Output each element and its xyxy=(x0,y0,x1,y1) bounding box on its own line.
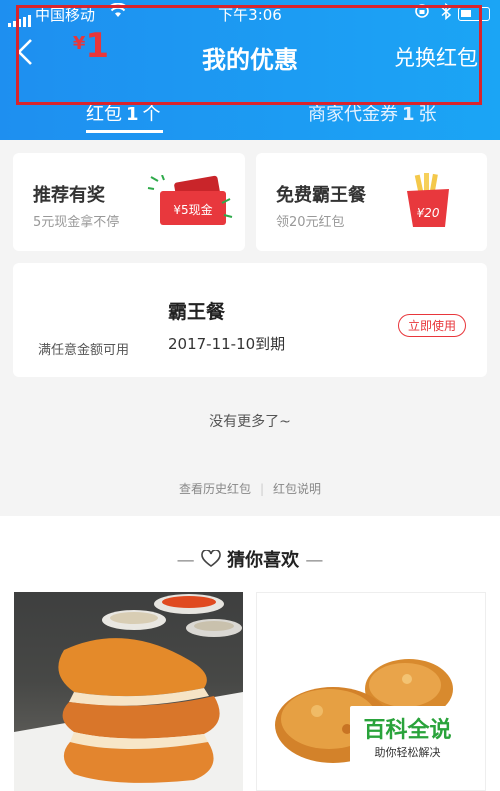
heart-icon xyxy=(201,549,221,567)
cash-badge-text: ¥5现金 xyxy=(173,202,212,217)
tab-voucher-label: 商家代金券 xyxy=(308,104,398,125)
title-dash-left: — xyxy=(176,550,195,571)
amount-value: 1 xyxy=(85,26,110,66)
recommend-item-chicken-cutlet[interactable] xyxy=(14,592,243,791)
tab-voucher-unit: 张 xyxy=(418,104,437,125)
use-now-button[interactable]: 立即使用 xyxy=(398,314,466,337)
no-more-text: 没有更多了~ xyxy=(209,414,291,430)
fries-badge-text: ¥20 xyxy=(417,206,440,220)
history-redpacket-link[interactable]: 查看历史红包 xyxy=(179,482,251,496)
fries-redpacket-icon: ¥20 xyxy=(407,173,449,227)
promo-referral-subtitle: 5元现金拿不停 xyxy=(33,215,120,230)
tab-redpacket-label: 红包 xyxy=(86,104,122,125)
watermark-logo: 百科全说 助你轻松解决 xyxy=(350,706,465,764)
active-tab-indicator xyxy=(86,130,163,133)
coupon-expiry: 2017-11-10到期 xyxy=(168,335,286,353)
cash-redpacket-icon: ¥5现金 xyxy=(147,175,233,225)
promo-card-free-meal[interactable]: 免费霸王餐 领20元红包 ¥20 xyxy=(256,153,487,251)
redpacket-rules-link[interactable]: 红包说明 xyxy=(273,482,321,496)
tab-redpacket-count: 1 xyxy=(126,104,139,125)
footer-links: 查看历史红包 | 红包说明 xyxy=(0,480,500,497)
promo-freemeal-title: 免费霸王餐 xyxy=(276,185,366,206)
recommend-title: — 猜你喜欢 — xyxy=(0,546,500,572)
title-dash-right: — xyxy=(305,550,324,571)
promo-referral-title: 推荐有奖 xyxy=(33,185,105,206)
currency-symbol: ¥ xyxy=(72,33,86,54)
recommend-title-text: 猜你喜欢 xyxy=(227,550,300,571)
link-separator: | xyxy=(259,482,265,496)
coupon-name: 霸王餐 xyxy=(168,301,226,323)
chicken-cutlet-image xyxy=(14,594,243,791)
promo-freemeal-subtitle: 领20元红包 xyxy=(276,215,345,230)
coupon-condition: 满任意金额可用 xyxy=(38,343,130,358)
promo-card-referral[interactable]: 推荐有奖 5元现金拿不停 ¥5现金 xyxy=(13,153,245,251)
tab-redpacket-unit: 个 xyxy=(142,104,161,125)
tab-voucher-count: 1 xyxy=(402,104,415,125)
coupon-amount: ¥1 xyxy=(36,26,146,66)
watermark-title: 百科全说 xyxy=(363,718,452,743)
watermark-subtitle: 助你轻松解决 xyxy=(374,746,441,759)
